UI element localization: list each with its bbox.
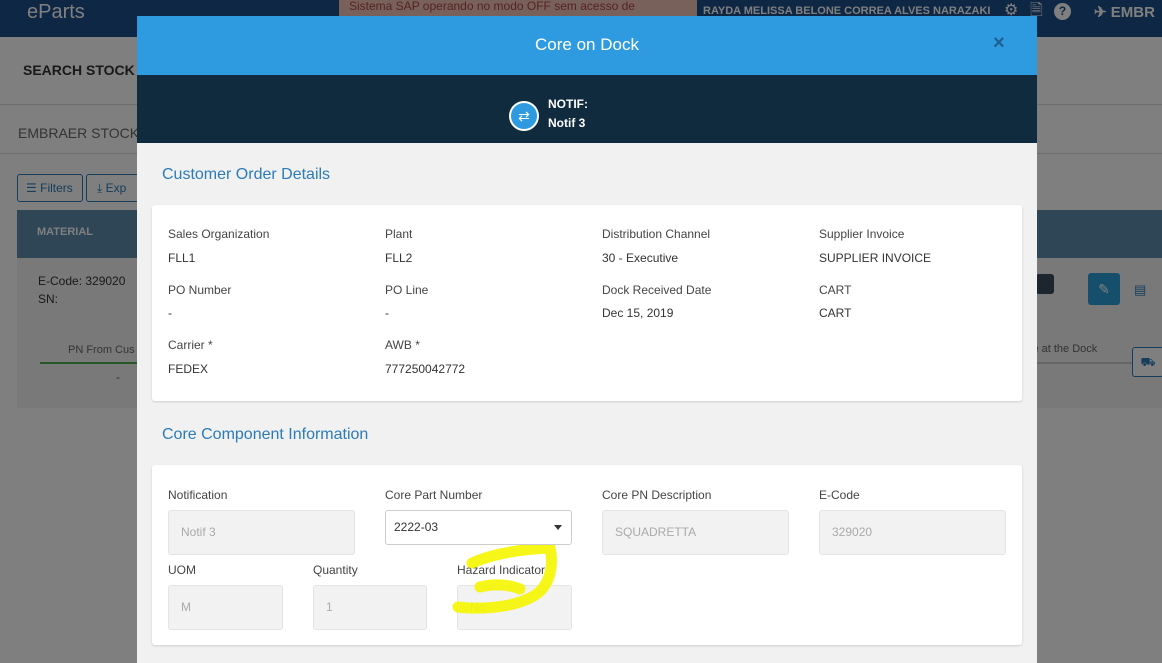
po-line-value: - bbox=[385, 306, 389, 320]
po-number-label: PO Number bbox=[168, 283, 232, 297]
sales-org-label: Sales Organization bbox=[168, 227, 270, 241]
core-pn-desc-field[interactable]: SQUADRETTA bbox=[602, 510, 789, 555]
core-pn-selected: 2222-03 bbox=[394, 520, 439, 534]
core-pn-select[interactable]: 2222-03 bbox=[385, 510, 572, 545]
notification-band: ⇄ NOTIF: Notif 3 bbox=[137, 75, 1037, 143]
sales-org-value: FLL1 bbox=[168, 251, 196, 265]
hazard-indicator-label: Hazard Indicator bbox=[457, 563, 546, 577]
core-on-dock-modal: Core on Dock × ⇄ NOTIF: Notif 3 Customer… bbox=[137, 16, 1037, 663]
core-component-card: Notification Notif 3 Core Part Number 22… bbox=[152, 465, 1022, 645]
core-pn-desc-label: Core PN Description bbox=[602, 488, 712, 502]
ecode-field[interactable]: 329020 bbox=[819, 510, 1006, 555]
modal-header: Core on Dock × bbox=[137, 16, 1037, 75]
dist-channel-value: 30 - Executive bbox=[602, 251, 679, 265]
cart-value: CART bbox=[819, 306, 852, 320]
notification-label: Notification bbox=[168, 488, 228, 502]
supplier-invoice-value: SUPPLIER INVOICE bbox=[819, 251, 932, 265]
notification-field[interactable]: Notif 3 bbox=[168, 510, 355, 555]
quantity-label: Quantity bbox=[313, 563, 358, 577]
po-number-value: - bbox=[168, 306, 172, 320]
supplier-invoice-label: Supplier Invoice bbox=[819, 227, 905, 241]
plant-value: FLL2 bbox=[385, 251, 413, 265]
po-line-label: PO Line bbox=[385, 283, 429, 297]
swap-arrows-icon: ⇄ bbox=[509, 101, 539, 131]
close-icon[interactable]: × bbox=[993, 32, 1005, 54]
dock-date-label: Dock Received Date bbox=[602, 283, 712, 297]
customer-order-card: Sales Organization FLL1 Plant FLL2 Distr… bbox=[152, 205, 1022, 401]
notif-value: Notif 3 bbox=[548, 116, 586, 130]
uom-label: UOM bbox=[168, 563, 196, 577]
notif-label: NOTIF: bbox=[548, 97, 588, 111]
customer-order-details-title: Customer Order Details bbox=[162, 166, 331, 183]
awb-value: 777250042772 bbox=[385, 362, 466, 376]
dock-date-value: Dec 15, 2019 bbox=[602, 306, 674, 320]
core-component-title: Core Component Information bbox=[162, 426, 369, 443]
modal-title: Core on Dock bbox=[535, 35, 639, 54]
hazard-indicator-field[interactable]: No bbox=[457, 585, 572, 630]
carrier-value: FEDEX bbox=[168, 362, 209, 376]
quantity-field[interactable]: 1 bbox=[313, 585, 427, 630]
ecode-label: E-Code bbox=[819, 488, 860, 502]
plant-label: Plant bbox=[385, 227, 413, 241]
uom-field[interactable]: M bbox=[168, 585, 283, 630]
cart-label: CART bbox=[819, 283, 852, 297]
core-pn-label: Core Part Number bbox=[385, 488, 483, 502]
dist-channel-label: Distribution Channel bbox=[602, 227, 711, 241]
carrier-label: Carrier * bbox=[168, 338, 213, 352]
chevron-down-icon bbox=[554, 525, 562, 530]
awb-label: AWB * bbox=[385, 338, 420, 352]
